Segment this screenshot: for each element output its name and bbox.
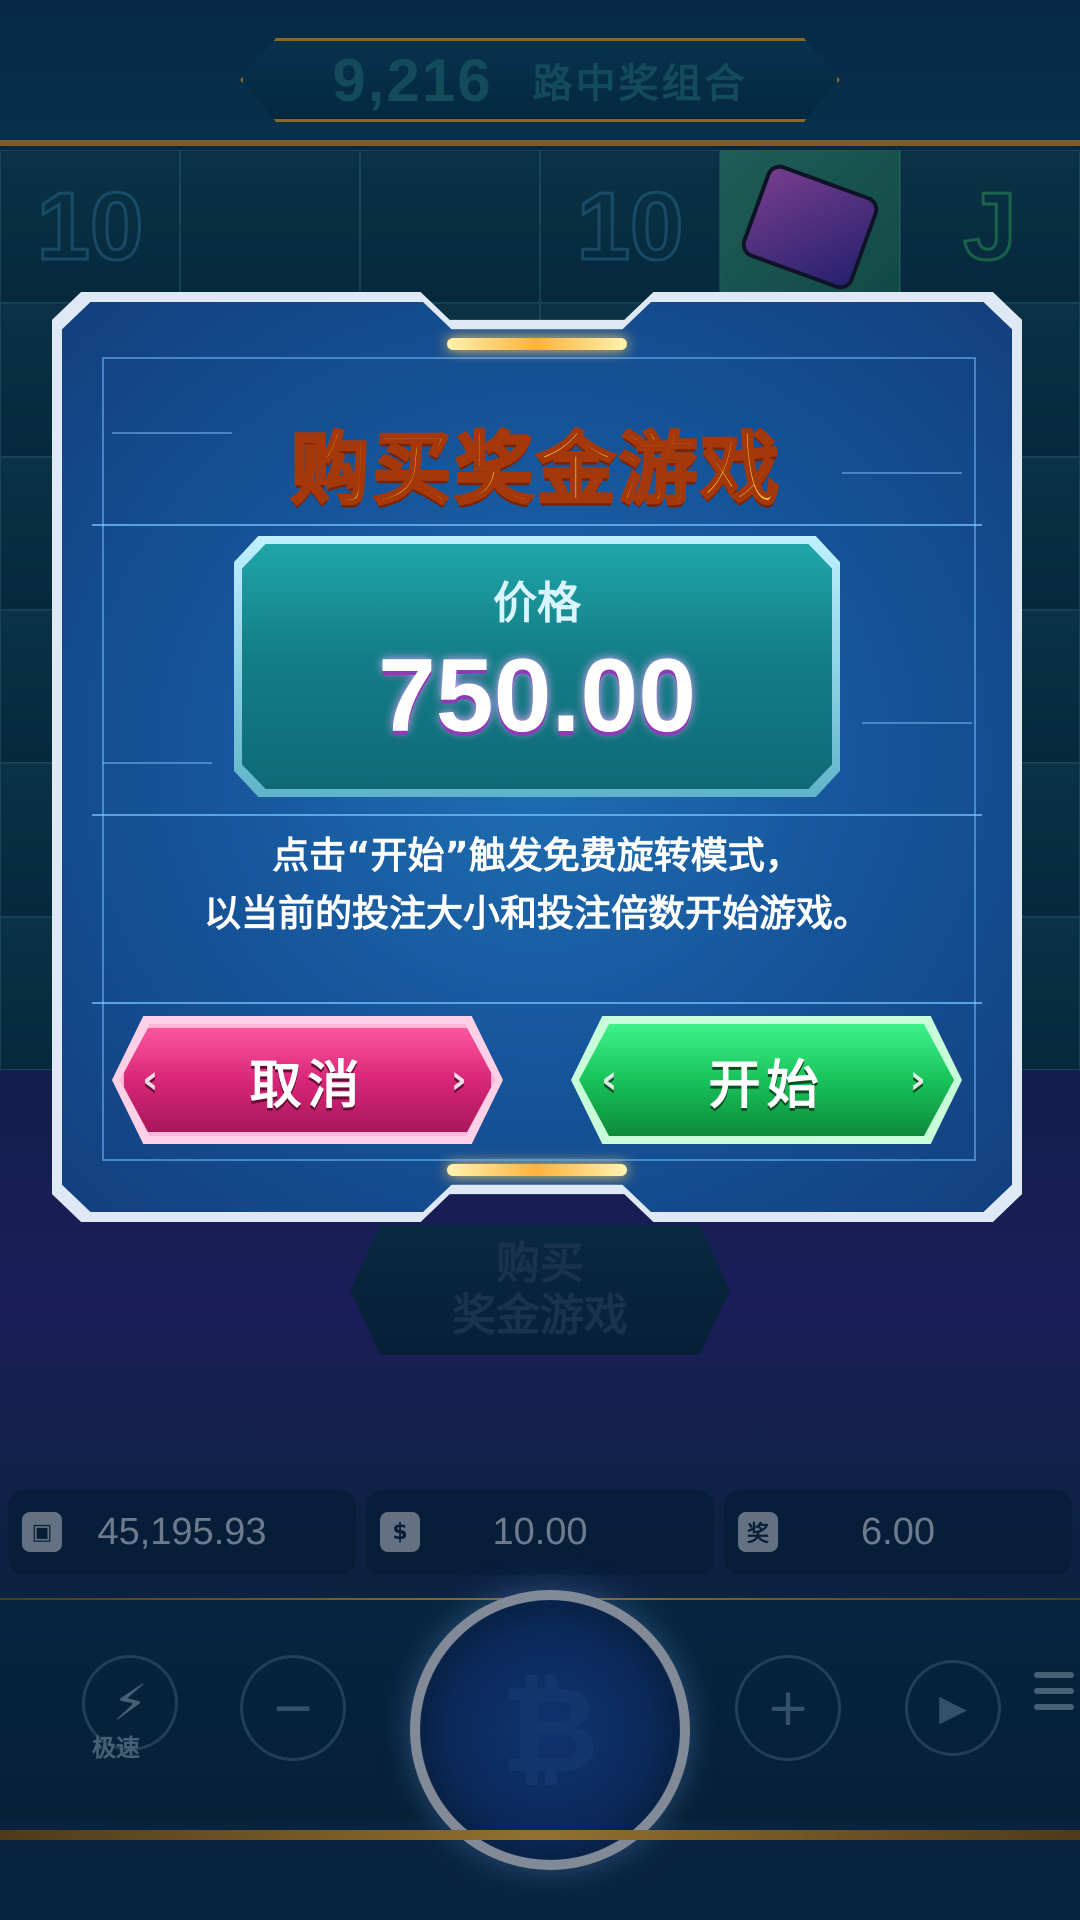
chevron-right-icon: › (450, 1057, 473, 1103)
description-line: 以当前的投注大小和投注倍数开始游戏。 (204, 892, 870, 935)
chevron-right-icon: › (909, 1057, 932, 1103)
divider (92, 814, 982, 816)
buy-feature-modal: 购买奖金游戏 价格 750.00 点击“开始”触发免费旋转模式， 以当前的投注大… (62, 302, 1012, 1212)
cancel-button[interactable]: ‹ 取消 › (120, 1024, 495, 1136)
chevron-left-icon: ‹ (601, 1057, 624, 1103)
price-value: 750.00 (377, 638, 697, 754)
divider (92, 524, 982, 526)
chevron-left-icon: ‹ (142, 1057, 165, 1103)
circuit-decoration (102, 762, 212, 764)
description-line: 点击“开始”触发免费旋转模式， (272, 834, 802, 877)
price-label: 价格 (493, 578, 581, 629)
bottom-glow-bar (447, 1164, 627, 1176)
modal-title: 购买奖金游戏 (289, 424, 783, 517)
circuit-decoration (862, 722, 972, 724)
start-button[interactable]: ‹ 开始 › (579, 1024, 954, 1136)
divider (92, 1002, 982, 1004)
start-label: 开始 (708, 1055, 825, 1116)
description: 点击“开始”触发免费旋转模式， 以当前的投注大小和投注倍数开始游戏。 (102, 827, 972, 943)
top-glow-bar (447, 338, 627, 350)
cancel-label: 取消 (249, 1055, 366, 1116)
